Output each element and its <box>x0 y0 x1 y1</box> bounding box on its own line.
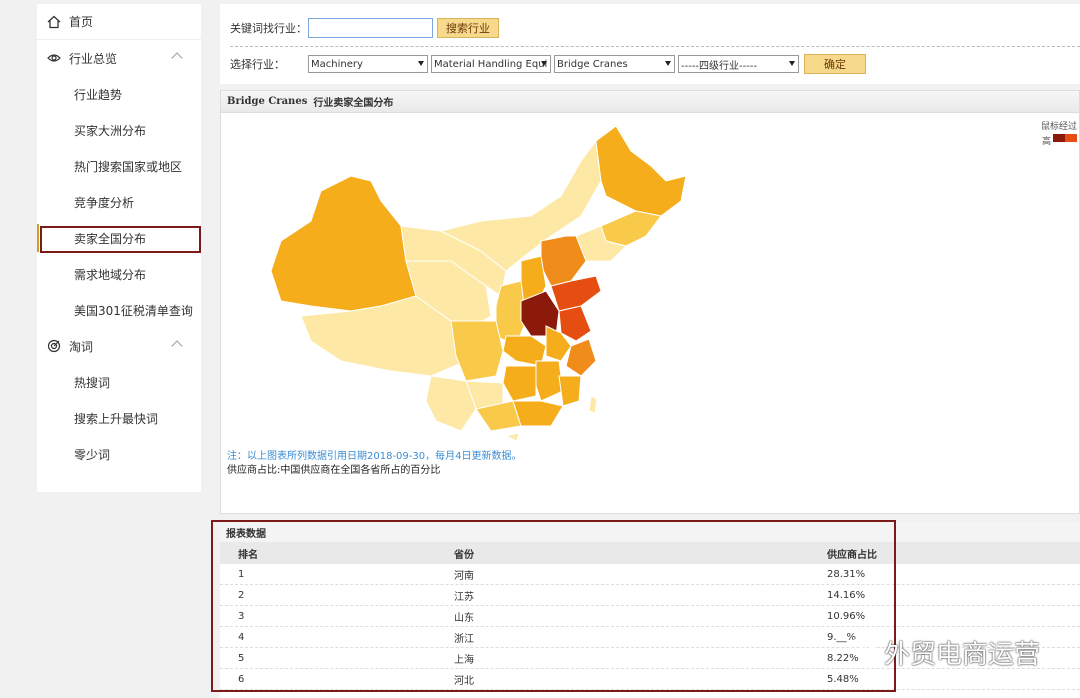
data-date-note: 注：以上图表所列数据引用日期2018-09-30，每月4日更新数据。 <box>227 451 522 462</box>
sidebar-item-buyer-continent[interactable]: 买家大洲分布 <box>37 112 201 148</box>
dropdown-arrow-icon <box>665 61 671 66</box>
dropdown-arrow-icon <box>789 61 795 66</box>
level3-select[interactable]: Bridge Cranes <box>554 55 675 73</box>
sidebar-item-us301[interactable]: 美国301征税清单查询 <box>37 292 201 328</box>
level2-select[interactable]: Material Handling Equi <box>431 55 551 73</box>
region-hunan <box>502 365 537 402</box>
region-hainan <box>504 432 520 441</box>
eye-icon <box>47 51 61 65</box>
map-title-en: Bridge Cranes <box>227 96 308 107</box>
sidebar-group-label: 淘词 <box>69 339 94 354</box>
legend-high-label: 高 <box>1041 137 1051 147</box>
sidebar-item-rising-words[interactable]: 搜索上升最快词 <box>37 400 201 436</box>
keyword-input[interactable] <box>308 18 433 38</box>
region-fujian <box>558 375 582 407</box>
sidebar-item-hot-words[interactable]: 热搜词 <box>37 364 201 400</box>
china-map[interactable] <box>241 121 701 441</box>
sidebar-item-label: 首页 <box>69 15 94 29</box>
map-title: Bridge Cranes 行业卖家全国分布 <box>221 91 1079 113</box>
region-xinjiang <box>270 175 417 312</box>
sidebar-item-hot-country[interactable]: 热门搜索国家或地区 <box>37 148 201 184</box>
industry-search-panel: 关键词找行业： 搜索行业 选择行业： Machinery Material Ha… <box>220 4 1080 84</box>
dropdown-arrow-icon <box>541 61 547 66</box>
target-icon <box>47 339 61 353</box>
sidebar-group-industry[interactable]: 行业总览 <box>37 40 201 76</box>
chevron-up-icon <box>171 340 183 352</box>
region-heilongjiang <box>595 125 687 217</box>
region-taiwan <box>588 395 598 414</box>
region-jilin <box>600 210 662 247</box>
level4-select[interactable]: -----四级行业----- <box>678 55 799 73</box>
sidebar-item-trend[interactable]: 行业趋势 <box>37 76 201 112</box>
map-panel: Bridge Cranes 行业卖家全国分布 鼠标经过 高 注：以上图表所列数据… <box>220 90 1080 514</box>
level1-value: Machinery <box>311 58 363 70</box>
sidebar-item-competition[interactable]: 竞争度分析 <box>37 184 201 220</box>
legend-swatch-1 <box>1053 134 1065 142</box>
sidebar-item-demand-region[interactable]: 需求地域分布 <box>37 256 201 292</box>
legend-swatch-2 <box>1065 134 1077 142</box>
highlight-frame <box>40 226 201 253</box>
select-industry-label: 选择行业： <box>230 58 285 71</box>
keyword-label: 关键词找行业： <box>230 22 307 35</box>
sidebar-group-label: 行业总览 <box>69 51 118 66</box>
region-hebei <box>540 235 587 287</box>
confirm-button[interactable]: 确定 <box>804 54 866 74</box>
sidebar-item-home[interactable]: 首页 <box>37 4 201 40</box>
region-jiangxi <box>535 360 564 402</box>
chevron-up-icon <box>171 52 183 64</box>
dropdown-arrow-icon <box>418 61 424 66</box>
highlight-frame <box>211 520 896 692</box>
divider <box>230 46 1080 47</box>
legend-text: 鼠标经过 <box>1040 122 1077 132</box>
watermark: 外贸电商运营 <box>848 634 1040 671</box>
level1-select[interactable]: Machinery <box>308 55 428 73</box>
map-title-cn: 行业卖家全国分布 <box>313 98 394 109</box>
watermark-text: 外贸电商运营 <box>884 640 1041 670</box>
map-legend: 鼠标经过 高 <box>1041 119 1077 147</box>
region-jiangsu <box>558 305 592 342</box>
search-industry-button[interactable]: 搜索行业 <box>437 18 499 38</box>
region-guangdong <box>512 400 564 427</box>
supplier-ratio-note: 供应商占比:中国供应商在全国各省所占的百分比 <box>227 465 441 476</box>
region-sichuan <box>450 320 504 382</box>
home-icon <box>47 15 61 29</box>
level4-value: -----四级行业----- <box>681 60 758 72</box>
level2-value: Material Handling Equi <box>434 58 548 70</box>
sidebar-item-rare-words[interactable]: 零少词 <box>37 436 201 472</box>
wechat-icon <box>848 636 878 669</box>
sidebar-group-keywords[interactable]: 淘词 <box>37 328 201 364</box>
level3-value: Bridge Cranes <box>557 58 628 70</box>
legend-bars: 高 <box>1041 134 1077 147</box>
